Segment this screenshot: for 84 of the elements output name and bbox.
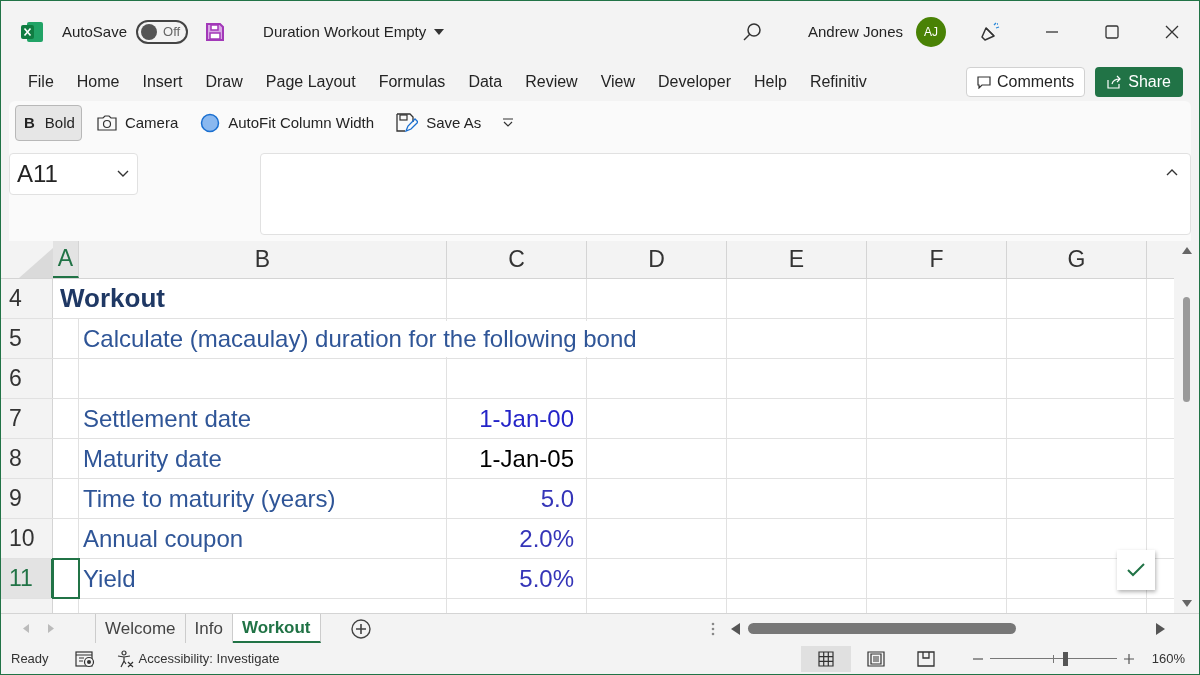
accessibility-checker[interactable]: Accessibility: Investigate [115, 648, 280, 669]
save-icon[interactable] [205, 22, 226, 42]
ribbon-tab[interactable]: Refinitiv [809, 70, 867, 94]
row-header[interactable]: 7 [1, 399, 53, 438]
page-icon [866, 650, 885, 667]
normal-view-button[interactable] [800, 645, 851, 672]
maximize-icon[interactable] [1105, 25, 1119, 39]
active-cell[interactable] [53, 559, 79, 598]
sheet-tab[interactable]: Workout [232, 614, 321, 643]
ribbon-tab[interactable]: Review [525, 70, 578, 94]
ribbon-tab[interactable]: Help [753, 70, 787, 94]
zoom-slider-thumb[interactable] [1062, 651, 1068, 666]
row-header[interactable]: 10 [1, 519, 53, 558]
saveas-button[interactable]: Save As [389, 105, 489, 141]
ribbon-tab[interactable]: Draw [205, 70, 243, 94]
collapse-caret-icon[interactable] [1166, 168, 1178, 176]
search-icon[interactable] [741, 22, 762, 42]
grid-icon [817, 650, 834, 667]
ribbon-tab[interactable]: File [28, 70, 54, 94]
camera-icon [96, 115, 117, 131]
user-name: Andrew Jones [807, 21, 903, 42]
macro-record-icon[interactable] [74, 649, 95, 668]
caret-icon [434, 29, 445, 35]
cell-value: 1-Jan-00 [479, 403, 574, 434]
ribbon-tab[interactable]: Home [76, 70, 120, 94]
ribbon-tab[interactable]: View [600, 70, 636, 94]
checkmark-popup[interactable] [1117, 550, 1155, 590]
chevron-down-icon [117, 170, 129, 178]
row-header[interactable]: 11 [1, 559, 53, 598]
camera-button[interactable]: Camera [89, 105, 186, 141]
row-header[interactable]: 5 [1, 319, 53, 358]
ribbon-tab[interactable]: Page Layout [265, 70, 356, 94]
document-title-dropdown[interactable]: Duration Workout Empty [263, 20, 445, 44]
megaphone-icon[interactable] [979, 21, 1001, 43]
column-header[interactable]: A [53, 241, 79, 278]
checkmark-icon [1127, 563, 1145, 577]
autosave-label: AutoSave [62, 21, 128, 42]
autofit-button[interactable]: AutoFit Column Width [193, 105, 382, 141]
row-header[interactable]: 9 [1, 479, 53, 518]
column-header[interactable]: E [727, 241, 867, 278]
column-header[interactable]: D [587, 241, 727, 278]
add-sheet-icon[interactable] [350, 618, 371, 639]
user-avatar[interactable]: AJ [916, 17, 946, 47]
cell-value: 5.0% [519, 563, 574, 594]
ribbon-tab[interactable]: Formulas [378, 70, 446, 94]
scroll-left-icon[interactable] [731, 622, 740, 635]
zoom-level[interactable]: 160% [1151, 648, 1185, 669]
comments-button[interactable]: Comments [965, 67, 1086, 97]
accessibility-icon [115, 649, 134, 668]
ribbon-tab[interactable]: Insert [142, 70, 183, 94]
circle-icon [200, 113, 221, 133]
share-icon [1107, 75, 1123, 89]
close-icon[interactable] [1165, 25, 1179, 39]
ribbon-tab[interactable]: Developer [658, 70, 731, 94]
column-header[interactable]: B [79, 241, 447, 278]
share-button[interactable]: Share [1095, 67, 1183, 97]
zoom-slider[interactable] [989, 650, 1117, 667]
cell-value: 5.0 [540, 483, 574, 514]
column-header[interactable]: C [447, 241, 587, 278]
autosave-toggle[interactable]: Off [136, 20, 189, 44]
zoom-in-icon[interactable] [1123, 653, 1134, 664]
row-header[interactable]: 8 [1, 439, 53, 478]
status-text: Ready [11, 649, 49, 668]
bold-button[interactable]: B Bold [15, 105, 82, 141]
cell-value: 2.0% [519, 523, 574, 554]
save-as-icon [396, 113, 419, 133]
scroll-down-icon[interactable] [1181, 600, 1192, 607]
sheet-title: Workout [60, 279, 165, 318]
vertical-scroll-thumb[interactable] [1183, 297, 1190, 402]
cell-value: 1-Jan-05 [479, 443, 574, 474]
horizontal-scroll-thumb[interactable] [748, 623, 1016, 634]
speech-bubble-icon [976, 75, 991, 89]
row-header[interactable]: 6 [1, 359, 53, 398]
customize-caret-icon[interactable] [502, 118, 515, 128]
name-box[interactable]: A11 [9, 153, 138, 195]
split-handle-icon[interactable] [711, 621, 715, 636]
column-header[interactable]: F [867, 241, 1007, 278]
row-header[interactable]: 4 [1, 279, 53, 318]
scroll-up-icon[interactable] [1181, 247, 1192, 254]
scroll-right-icon[interactable] [1156, 622, 1165, 635]
cell-text: Calculate (macaulay) duration for the following bond [83, 320, 637, 357]
ribbon-tab[interactable]: Data [468, 70, 503, 94]
spreadsheet-app-icon [21, 22, 43, 42]
page-break-icon [916, 650, 935, 667]
